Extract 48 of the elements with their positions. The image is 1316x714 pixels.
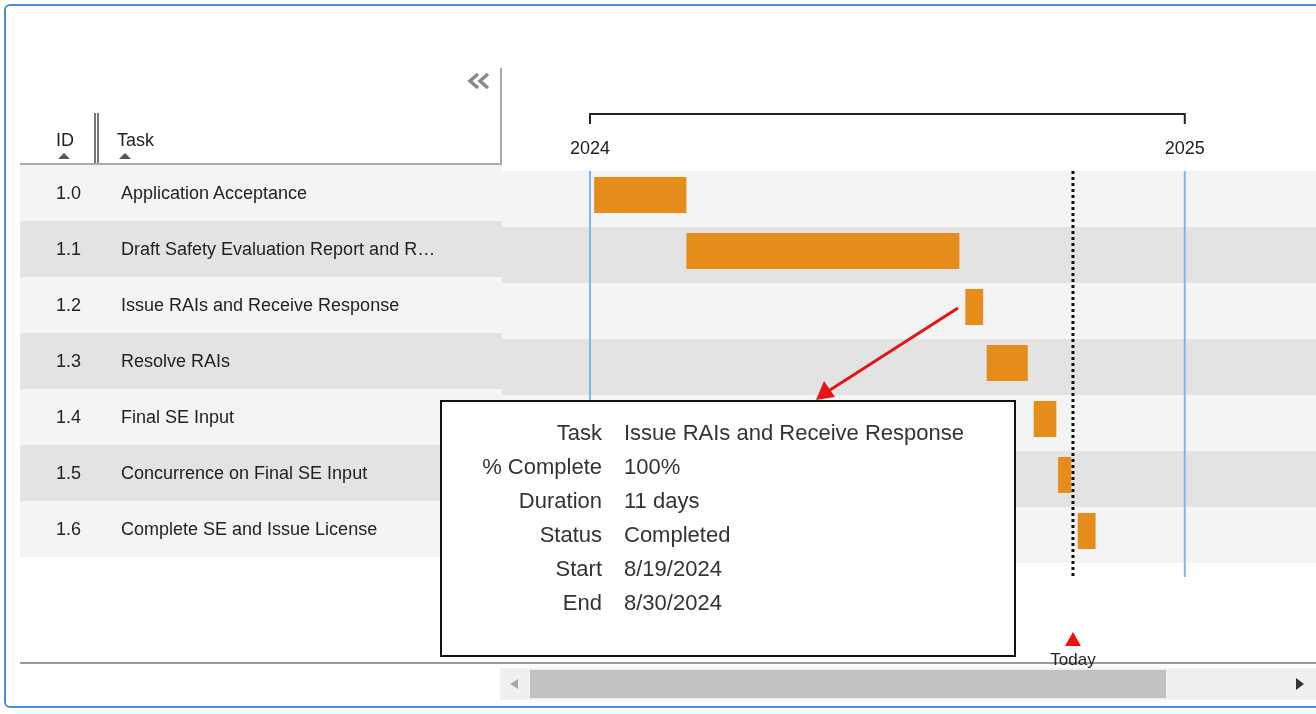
sort-icon[interactable] bbox=[119, 153, 131, 159]
tooltip-value: 11 days bbox=[624, 488, 701, 514]
table-cell-text: 1.1 bbox=[55, 238, 83, 260]
table-cell-text: 1.3 bbox=[55, 350, 83, 372]
horizontal-scrollbar[interactable] bbox=[500, 668, 1316, 700]
column-header[interactable]: Task bbox=[117, 130, 154, 151]
column-resizer[interactable] bbox=[94, 113, 99, 163]
table-cell-text: 1.4 bbox=[55, 406, 83, 428]
tooltip-label: Duration bbox=[517, 488, 602, 514]
table-row[interactable]: 1.0 Application Acceptance bbox=[20, 165, 502, 221]
tooltip-label: Start bbox=[554, 556, 602, 582]
table-row[interactable]: 1.4 Final SE Input bbox=[20, 389, 502, 445]
tooltip-label: Task bbox=[555, 420, 602, 446]
year-label: 2025 bbox=[1164, 138, 1205, 158]
table-cell-text: 1.2 bbox=[55, 294, 83, 316]
year-label: 2024 bbox=[570, 138, 611, 158]
sort-icon[interactable] bbox=[58, 153, 70, 159]
tooltip-value: Completed bbox=[624, 522, 732, 548]
today-label: Today bbox=[1050, 650, 1096, 668]
table-row[interactable]: 1.3 Resolve RAIs bbox=[20, 333, 502, 389]
tooltip-value: 8/19/2024 bbox=[624, 556, 723, 582]
tooltip-label: End bbox=[561, 590, 602, 616]
task-bar[interactable] bbox=[1033, 401, 1057, 437]
tooltip-label: Status bbox=[538, 522, 602, 548]
tooltip-value: 100% bbox=[624, 454, 682, 480]
scroll-right-icon[interactable] bbox=[1296, 678, 1304, 690]
table-row[interactable]: 1.1 Draft Safety Evaluation Report and R… bbox=[20, 221, 502, 277]
table-cell: Concurrence on Final SE Input bbox=[121, 462, 368, 484]
task-bar[interactable] bbox=[986, 345, 1028, 381]
table-cell: Issue RAIs and Receive Response bbox=[121, 294, 400, 316]
table-cell: Resolve RAIs bbox=[121, 350, 231, 372]
table-cell: Complete SE and Issue License bbox=[121, 518, 378, 540]
table-cell: Application Acceptance bbox=[121, 182, 308, 204]
collapse-icon[interactable] bbox=[466, 72, 492, 90]
task-bar[interactable] bbox=[965, 289, 984, 325]
table-cell-text: 1.0 bbox=[55, 182, 83, 204]
tooltip-value: 8/30/2024 bbox=[624, 590, 723, 616]
scroll-left-icon[interactable] bbox=[510, 679, 518, 689]
table-cell-text: 1.6 bbox=[55, 518, 83, 540]
table-row[interactable]: 1.2 Issue RAIs and Receive Response bbox=[20, 277, 502, 333]
column-header[interactable]: ID bbox=[56, 130, 74, 151]
task-bar[interactable] bbox=[1058, 457, 1072, 493]
tooltip-value: Issue RAIs and Receive Response bbox=[624, 420, 965, 446]
table-cell: Final SE Input bbox=[121, 406, 235, 428]
table-cell-text: 1.5 bbox=[55, 462, 83, 484]
table-cell: Draft Safety Evaluation Report and R… bbox=[121, 238, 436, 260]
today-marker-icon bbox=[1064, 632, 1081, 646]
scroll-thumb[interactable] bbox=[530, 670, 1166, 698]
